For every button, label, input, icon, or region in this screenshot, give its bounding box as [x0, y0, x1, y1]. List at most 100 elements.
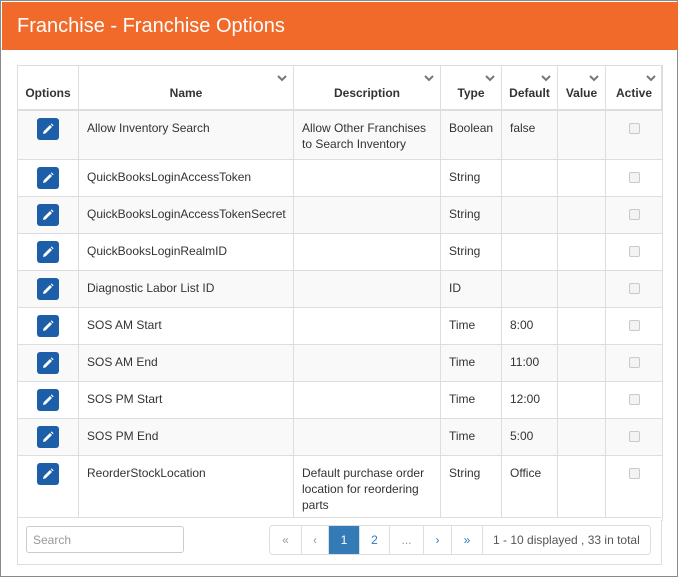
options-cell: [17, 343, 79, 382]
description-cell: [293, 343, 441, 382]
default-cell: [501, 269, 558, 308]
pencil-icon: [43, 171, 54, 183]
edit-button[interactable]: [37, 117, 59, 140]
edit-button[interactable]: [37, 240, 59, 263]
type-cell: String: [440, 232, 502, 271]
table-row: QuickBooksLoginAccessTokenSecret String: [17, 195, 663, 234]
options-cell: [17, 380, 79, 419]
chevron-down-icon[interactable]: [277, 75, 287, 82]
default-cell: [501, 232, 558, 271]
edit-button[interactable]: [37, 388, 59, 411]
page-header: Franchise - Franchise Options: [2, 2, 678, 50]
options-cell: [17, 158, 79, 197]
table-row: SOS PM Start Time 12:00: [17, 380, 663, 419]
active-cell: [605, 306, 663, 345]
chevron-down-icon[interactable]: [589, 75, 599, 82]
edit-button[interactable]: [37, 462, 59, 485]
column-label: Name: [169, 85, 203, 100]
active-cell: [605, 195, 663, 234]
pencil-icon: [43, 393, 54, 405]
pencil-icon: [43, 208, 54, 220]
chevron-down-icon[interactable]: [485, 75, 495, 82]
column-header-type[interactable]: Type: [440, 65, 502, 111]
description-cell: [293, 232, 441, 271]
column-label: Value: [565, 85, 598, 100]
default-cell: [501, 158, 558, 197]
chevron-down-icon[interactable]: [541, 75, 551, 82]
edit-button[interactable]: [37, 166, 59, 189]
column-label: Options: [25, 85, 71, 100]
search-input[interactable]: [26, 526, 184, 553]
table-row: SOS AM End Time 11:00: [17, 343, 663, 382]
column-header-active[interactable]: Active: [605, 65, 663, 111]
active-checkbox[interactable]: [628, 467, 640, 479]
edit-button[interactable]: [37, 351, 59, 374]
chevron-down-icon[interactable]: [646, 75, 656, 82]
type-cell: String: [440, 195, 502, 234]
name-cell: Diagnostic Labor List ID: [78, 269, 294, 308]
column-header-default[interactable]: Default: [501, 65, 558, 111]
edit-button[interactable]: [37, 203, 59, 226]
table-row: QuickBooksLoginRealmID String: [17, 232, 663, 271]
value-cell: [557, 343, 606, 382]
active-checkbox[interactable]: [628, 393, 640, 405]
value-cell: [557, 454, 606, 521]
last-page-button[interactable]: »: [452, 526, 483, 554]
type-cell: Time: [440, 343, 502, 382]
page-button-2[interactable]: 2: [360, 526, 390, 554]
edit-button[interactable]: [37, 277, 59, 300]
options-cell: [17, 195, 79, 234]
column-label: Active: [615, 85, 653, 100]
column-header-value[interactable]: Value: [557, 65, 606, 111]
default-cell: 11:00: [501, 343, 558, 382]
value-cell: [557, 158, 606, 197]
value-cell: [557, 109, 606, 160]
value-cell: [557, 306, 606, 345]
page-button-1[interactable]: 1: [329, 526, 360, 554]
value-cell: [557, 195, 606, 234]
active-checkbox[interactable]: [628, 208, 640, 220]
type-cell: Boolean: [440, 109, 502, 160]
edit-button[interactable]: [37, 425, 59, 448]
name-cell: SOS PM Start: [78, 380, 294, 419]
name-cell: SOS AM End: [78, 343, 294, 382]
next-page-button[interactable]: ›: [424, 526, 452, 554]
active-checkbox[interactable]: [628, 282, 640, 294]
table-row: ReorderStockLocation Default purchase or…: [17, 454, 663, 521]
chevron-down-icon[interactable]: [424, 75, 434, 82]
value-cell: [557, 232, 606, 271]
table-header-row: Options Name Description Type Default Va…: [17, 65, 663, 111]
name-cell: SOS PM End: [78, 417, 294, 456]
pencil-icon: [43, 467, 54, 479]
pencil-icon: [43, 430, 54, 442]
column-header-options: Options: [17, 65, 79, 111]
first-page-button[interactable]: «: [270, 526, 302, 554]
active-checkbox[interactable]: [628, 171, 640, 183]
active-checkbox[interactable]: [628, 356, 640, 368]
name-cell: SOS AM Start: [78, 306, 294, 345]
description-cell: [293, 269, 441, 308]
column-header-description[interactable]: Description: [293, 65, 441, 111]
pencil-icon: [43, 282, 54, 294]
active-checkbox[interactable]: [628, 122, 640, 134]
active-checkbox[interactable]: [628, 430, 640, 442]
default-cell: 5:00: [501, 417, 558, 456]
edit-button[interactable]: [37, 314, 59, 337]
options-cell: [17, 417, 79, 456]
active-checkbox[interactable]: [628, 245, 640, 257]
name-cell: QuickBooksLoginAccessToken: [78, 158, 294, 197]
column-header-name[interactable]: Name: [78, 65, 294, 111]
column-label: Type: [457, 85, 485, 100]
active-cell: [605, 269, 663, 308]
active-checkbox[interactable]: [628, 319, 640, 331]
default-cell: Office: [501, 454, 558, 521]
active-cell: [605, 158, 663, 197]
active-cell: [605, 380, 663, 419]
pencil-icon: [43, 356, 54, 368]
table-row: Diagnostic Labor List ID ID: [17, 269, 663, 308]
options-cell: [17, 109, 79, 160]
name-cell: ReorderStockLocation: [78, 454, 294, 521]
window-frame: Franchise - Franchise Options Options Na…: [0, 0, 678, 577]
prev-page-button[interactable]: ‹: [302, 526, 329, 554]
type-cell: String: [440, 454, 502, 521]
